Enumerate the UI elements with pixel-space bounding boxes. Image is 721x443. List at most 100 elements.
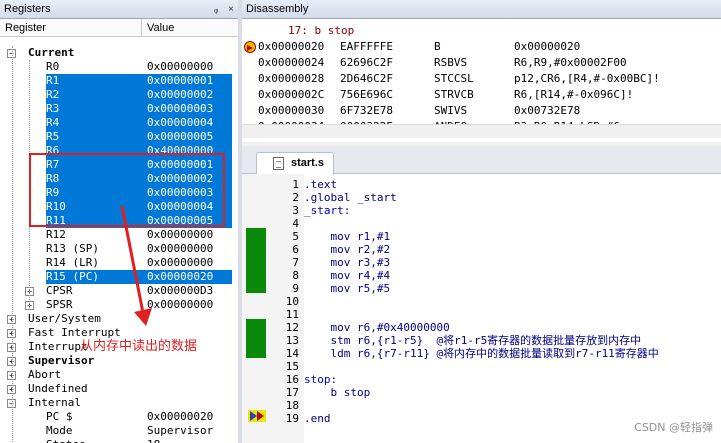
instruction-hex: EAFFFFFE	[340, 40, 393, 53]
register-name: Internal	[28, 396, 81, 409]
line-number: 19	[285, 412, 299, 425]
instruction-hex: 756E696C	[340, 88, 393, 101]
registers-column-header: Register Value	[0, 19, 238, 37]
pin-icon[interactable]: ᵩ	[214, 4, 218, 15]
code-line[interactable]: .text	[304, 178, 337, 191]
register-name: R1	[46, 74, 147, 88]
code-line[interactable]: _start:	[304, 204, 350, 217]
register-row[interactable]: − Internal	[0, 396, 232, 410]
disassembly-title: Disassembly	[246, 3, 309, 15]
register-value: Supervisor	[147, 424, 214, 437]
instruction-hex: 2D646C2F	[340, 72, 393, 85]
line-number: 14	[285, 347, 299, 360]
register-value: 0x00000005	[147, 130, 232, 144]
instruction-mnemonic: B	[434, 40, 441, 53]
code-line[interactable]: mov r5,#5	[304, 282, 390, 295]
disassembly-title-bar: Disassembly	[242, 0, 721, 19]
instruction-hex: 6F732E78	[340, 104, 393, 117]
instruction-operands: R6,[R14,#-0x096C]!	[514, 88, 634, 101]
register-row[interactable]: R5 0x00000005	[0, 130, 232, 144]
current-line-arrow-icon	[248, 410, 266, 422]
register-name: Current	[28, 46, 75, 59]
tab-label: start.s	[291, 157, 325, 169]
executed-lines-marker	[246, 228, 266, 293]
register-row[interactable]: PC $ 0x00000020	[0, 410, 232, 424]
register-row[interactable]: + Supervisor	[0, 354, 232, 368]
code-line[interactable]: .global _start	[304, 191, 397, 204]
register-name: PC $	[46, 410, 73, 423]
registers-title: Registers	[4, 3, 51, 15]
tab-start-s[interactable]: start.s	[256, 152, 334, 175]
code-line[interactable]: mov r1,#1	[304, 230, 390, 243]
line-number: 6	[292, 243, 299, 256]
value-column-header[interactable]: Value	[142, 19, 174, 36]
annotation-arrow	[120, 205, 152, 326]
line-number: 5	[292, 230, 299, 243]
registers-title-bar: Registers ᵩ ×	[0, 0, 238, 19]
register-row[interactable]: R1 0x00000001	[0, 74, 232, 88]
instruction-address: 0x00000020	[258, 40, 325, 53]
line-number: 3	[292, 204, 299, 217]
instruction-address: 0x00000024	[258, 56, 325, 69]
line-number: 13	[285, 334, 299, 347]
register-value: 0x00000001	[147, 74, 232, 88]
register-name: SPSR	[46, 298, 73, 311]
code-line[interactable]: b stop	[304, 386, 370, 399]
register-value: 0x00000003	[147, 102, 232, 116]
code-line[interactable]: stm r6,{r1-r5} @将r1-r5寄存器的数据批量存放到内存中	[304, 334, 641, 347]
code-line[interactable]: mov r4,#4	[304, 269, 390, 282]
instruction-operands: p12,CR6,[R4,#-0x00BC]!	[514, 72, 660, 85]
register-row[interactable]: R4 0x00000004	[0, 116, 232, 130]
line-number: 15	[285, 360, 299, 373]
register-row[interactable]: R3 0x00000003	[0, 102, 232, 116]
code-line[interactable]: mov r6,#0x40000000	[304, 321, 449, 334]
register-row[interactable]: + Undefined	[0, 382, 232, 396]
code-line[interactable]: mov r2,#2	[304, 243, 390, 256]
instruction-mnemonic: STRVCB	[434, 88, 474, 101]
instruction-mnemonic: SWIVS	[434, 104, 468, 117]
line-number: 12	[285, 321, 299, 334]
register-column-header[interactable]: Register	[0, 19, 142, 36]
file-icon	[273, 157, 284, 170]
register-row[interactable]: States 18	[0, 438, 232, 443]
instruction-operands: 0x00000020	[514, 40, 581, 53]
register-name: R2	[46, 88, 147, 102]
line-number: 10	[285, 295, 299, 308]
registers-panel: Registers ᵩ × Register Value − Current R0 0…	[0, 0, 238, 443]
register-value: 0x00000000	[147, 60, 214, 73]
register-name: R0	[46, 60, 60, 73]
code-line[interactable]: .end	[304, 412, 331, 425]
code-line[interactable]: ldm r6,{r7-r11} @将内存中的数据批量读取到r7-r11寄存器中	[304, 347, 658, 360]
register-name: CPSR	[46, 284, 73, 297]
watermark: CSDN @轻指弹	[634, 421, 713, 434]
register-row[interactable]: + Abort	[0, 368, 232, 382]
instruction-mnemonic: RSBVS	[434, 56, 468, 69]
line-number: 4	[292, 217, 299, 230]
register-row[interactable]: Mode Supervisor	[0, 424, 232, 438]
code-line[interactable]: mov r3,#3	[304, 256, 390, 269]
line-number: 16	[285, 373, 299, 386]
annotation-text: 从内存中读出的数据	[80, 339, 198, 354]
register-name: States	[46, 438, 86, 443]
line-number: 18	[285, 399, 299, 412]
register-name: R13 (SP)	[46, 242, 99, 255]
register-name: R12	[46, 228, 66, 241]
instruction-operands: 0x00732E78	[514, 104, 581, 117]
instruction-address: 0x00000030	[258, 104, 325, 117]
disassembly-panel: Disassembly 17: b stop 0x00000020 EAFFFFF…	[242, 0, 721, 142]
disassembly-horizontal-scrollbar[interactable]	[242, 124, 721, 138]
register-row[interactable]: − Current	[0, 46, 232, 60]
register-row[interactable]: R0 0x00000000	[0, 60, 232, 74]
register-name: R3	[46, 102, 147, 116]
instruction-hex: 62696C2F	[340, 56, 393, 69]
register-name: R14 (LR)	[46, 256, 99, 269]
line-number: 8	[292, 269, 299, 282]
code-line[interactable]: stop:	[304, 373, 337, 386]
line-number: 1	[292, 178, 299, 191]
close-icon[interactable]: ×	[228, 4, 234, 15]
register-name: Undefined	[28, 382, 88, 395]
line-number: 7	[292, 256, 299, 269]
register-name: R4	[46, 116, 147, 130]
register-row[interactable]: R2 0x00000002	[0, 88, 232, 102]
executed-lines-marker	[246, 319, 266, 358]
